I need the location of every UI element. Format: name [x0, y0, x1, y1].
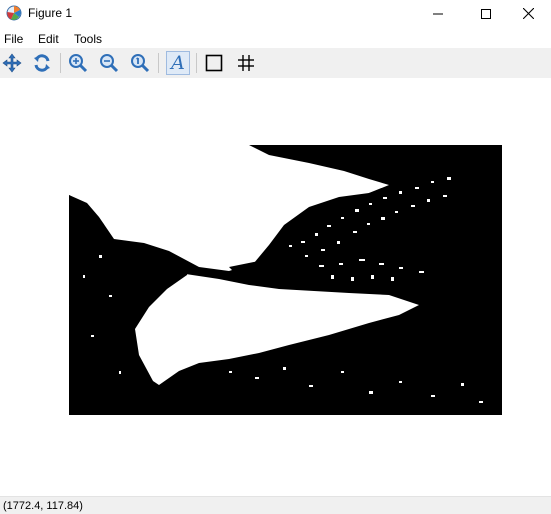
- menu-tools[interactable]: Tools: [74, 32, 102, 46]
- toolbar-separator: [158, 53, 159, 73]
- pan-button[interactable]: [0, 51, 24, 75]
- toolbar: A: [0, 48, 551, 78]
- maximize-icon: [481, 8, 491, 19]
- text-button[interactable]: A: [166, 51, 190, 75]
- zoom-fit-button[interactable]: [128, 51, 152, 75]
- pan-icon: [2, 53, 22, 73]
- toolbar-separator: [60, 53, 61, 73]
- grid-icon: [237, 54, 255, 72]
- menu-edit[interactable]: Edit: [38, 32, 59, 46]
- status-bar: (1772.4, 117.84): [0, 496, 551, 514]
- cursor-coordinates: (1772.4, 117.84): [3, 500, 83, 512]
- zoom-out-button[interactable]: [97, 51, 121, 75]
- zoom-in-icon: [68, 53, 88, 73]
- figure-canvas[interactable]: [0, 78, 551, 496]
- close-button[interactable]: [505, 0, 551, 27]
- grid-button[interactable]: [234, 51, 258, 75]
- title-bar: Figure 1: [0, 0, 551, 27]
- zoom-in-button[interactable]: [66, 51, 90, 75]
- window-title: Figure 1: [28, 6, 73, 20]
- rotate-button[interactable]: [30, 51, 54, 75]
- text-icon: A: [171, 52, 185, 74]
- maximize-button[interactable]: [463, 0, 509, 27]
- menu-file[interactable]: File: [4, 32, 23, 46]
- rectangle-button[interactable]: [202, 51, 226, 75]
- close-icon: [522, 8, 534, 19]
- rectangle-icon: [205, 54, 223, 72]
- toolbar-separator: [196, 53, 197, 73]
- binary-image: [69, 145, 502, 415]
- matplotlib-logo-icon: [6, 5, 22, 21]
- minimize-icon: [433, 9, 443, 19]
- zoom-fit-icon: [130, 53, 150, 73]
- zoom-out-icon: [99, 53, 119, 73]
- minimize-button[interactable]: [415, 0, 461, 27]
- rotate-icon: [32, 53, 52, 73]
- menu-bar: File Edit Tools: [0, 28, 551, 48]
